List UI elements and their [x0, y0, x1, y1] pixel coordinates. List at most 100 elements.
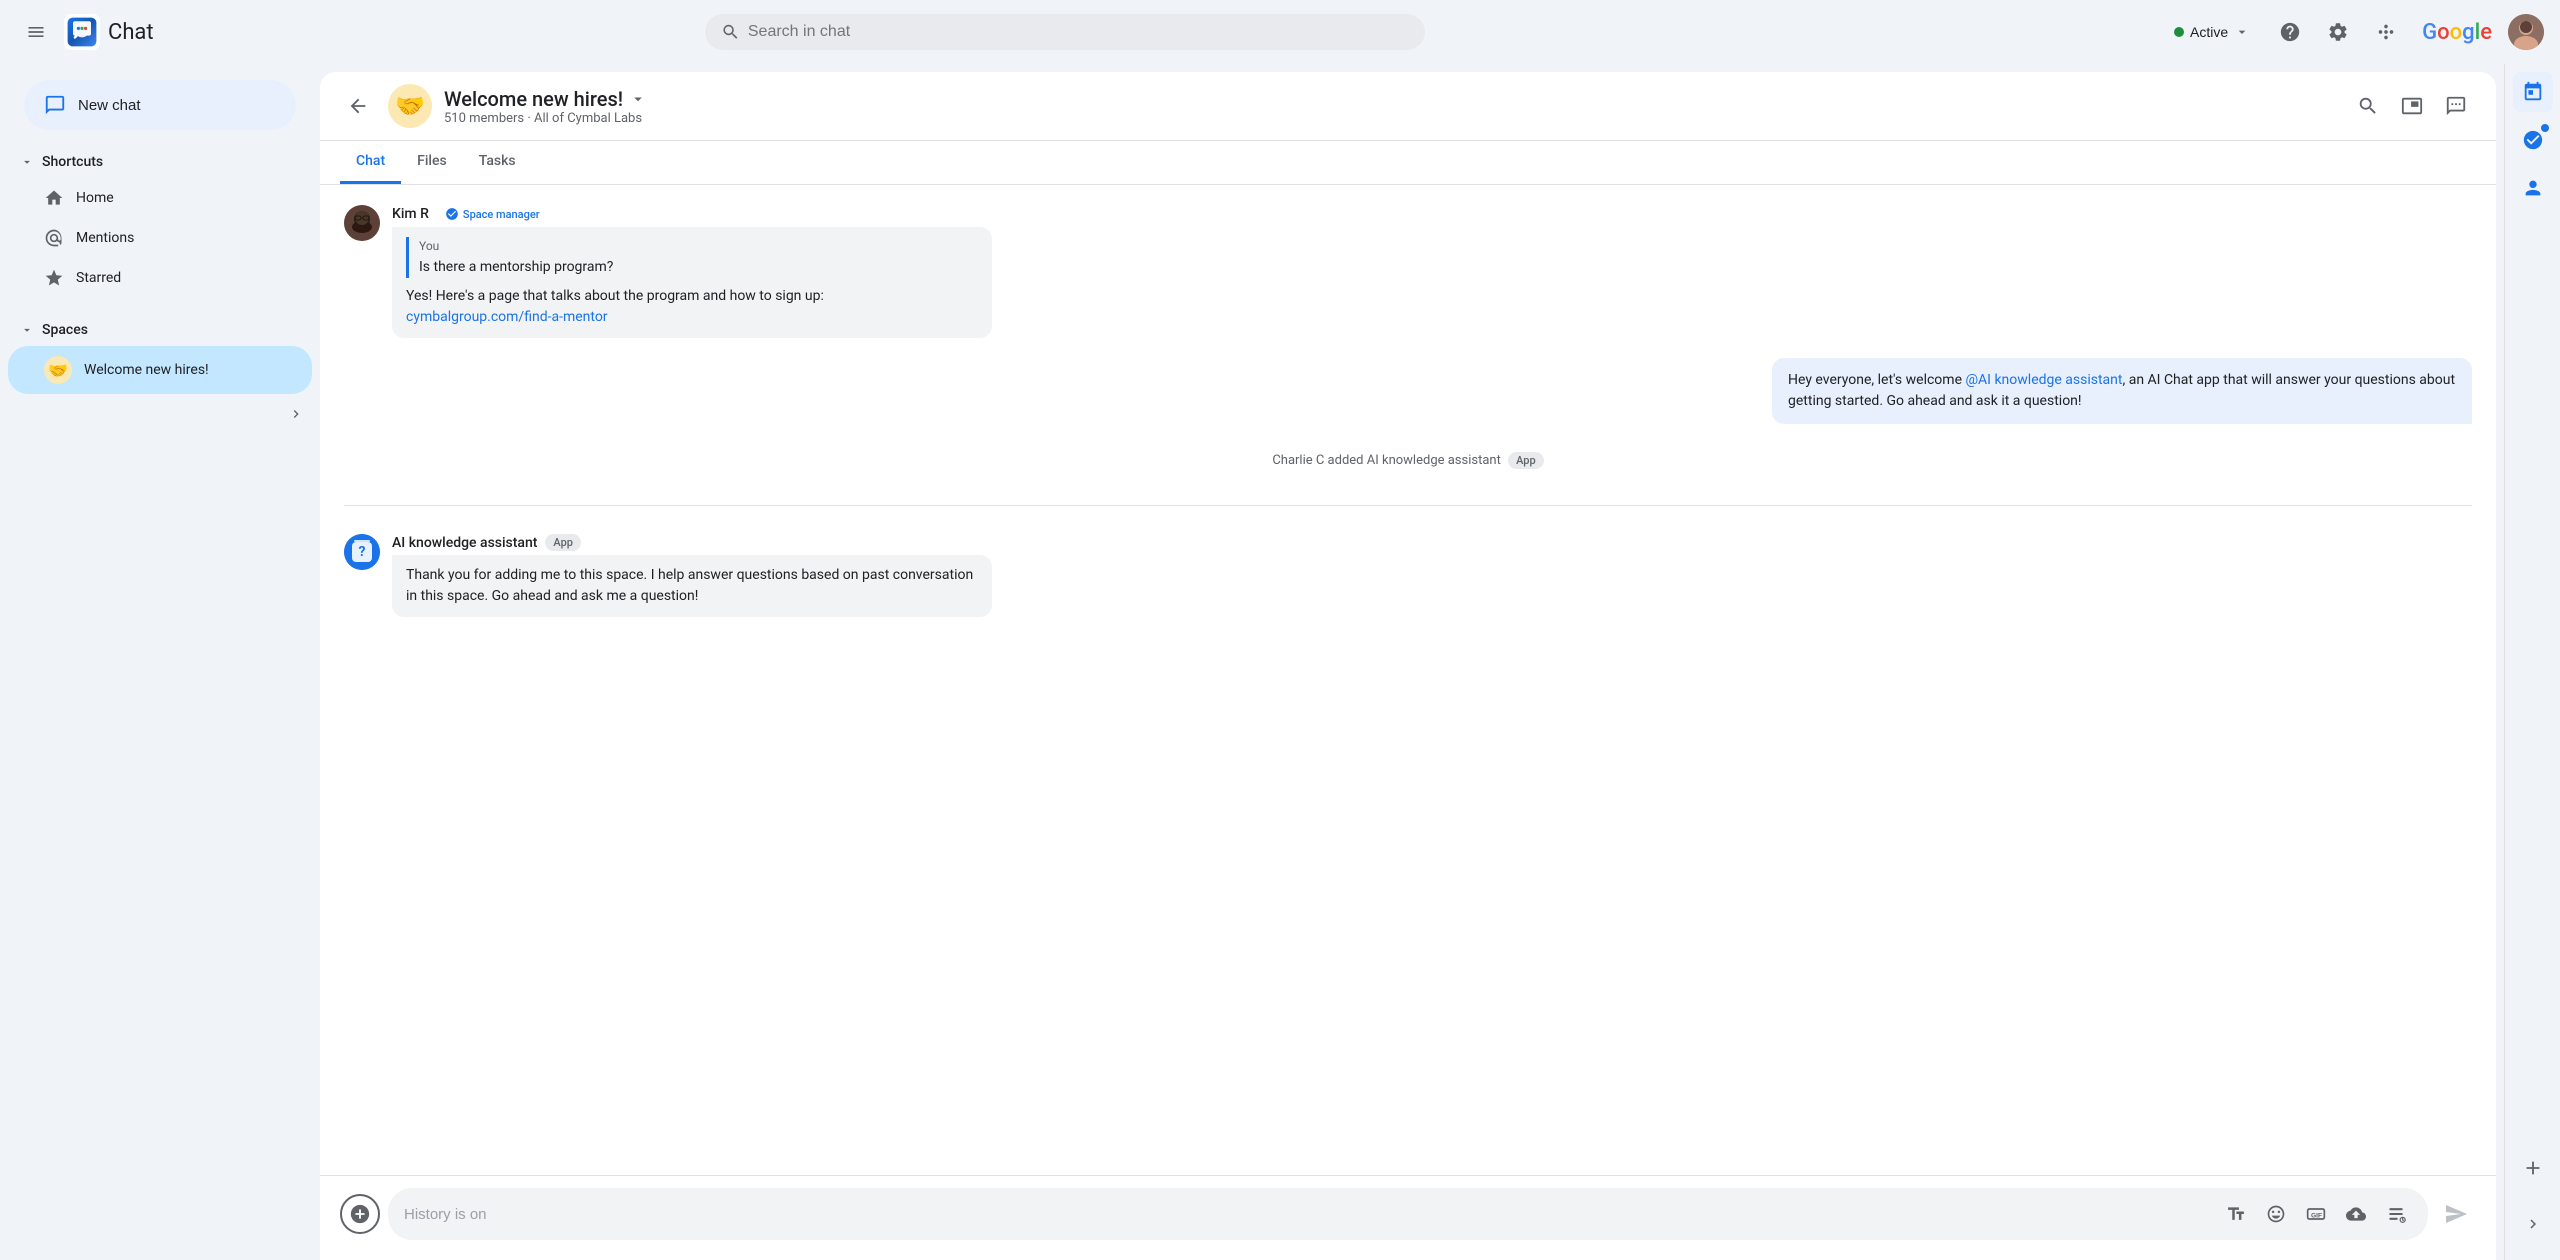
- quoted-content: Is there a mentorship program?: [419, 257, 978, 278]
- top-header: Chat Active Google: [0, 0, 2560, 64]
- ai-app-badge: App: [545, 534, 581, 551]
- rail-contacts-icon[interactable]: [2513, 168, 2553, 208]
- kim-r-msg-header: Kim R Space manager: [392, 205, 2472, 223]
- back-button[interactable]: [340, 88, 376, 124]
- rail-tasks-icon[interactable]: [2513, 120, 2553, 160]
- svg-text:?: ?: [359, 544, 366, 560]
- rail-calendar-icon[interactable]: [2513, 72, 2553, 112]
- ai-assistant-mention[interactable]: @AI knowledge assistant: [1965, 372, 2122, 388]
- emoji-button[interactable]: [2260, 1198, 2292, 1230]
- header-search: [705, 14, 1425, 50]
- tasks-badge: [2541, 124, 2549, 132]
- search-chat-button[interactable]: [2348, 86, 2388, 126]
- sidebar: New chat Shortcuts Home Mentions Starred: [0, 64, 320, 1260]
- search-input[interactable]: [748, 23, 1409, 41]
- chat-space-emoji: 🤝: [388, 84, 432, 128]
- apps-button[interactable]: [2366, 12, 2406, 52]
- ai-msg-header: AI knowledge assistant App: [392, 534, 2472, 551]
- quoted-label: You: [419, 237, 978, 255]
- tab-files[interactable]: Files: [401, 141, 463, 184]
- spaces-label: Spaces: [42, 322, 88, 338]
- starred-icon: [44, 268, 64, 288]
- starred-label: Starred: [76, 270, 121, 286]
- main-content: 🤝 Welcome new hires! 510 members · All o…: [320, 72, 2496, 1260]
- app-title: Chat: [108, 20, 154, 45]
- message-input[interactable]: [404, 1206, 2212, 1223]
- divider: [344, 505, 2472, 506]
- ai-assistant-message-group: ? AI knowledge assistant App Thank you f…: [344, 534, 2472, 617]
- system-message: Charlie C added AI knowledge assistant A…: [344, 444, 2472, 477]
- status-button[interactable]: Active: [2162, 18, 2262, 46]
- kim-r-bubble: You Is there a mentorship program? Yes! …: [392, 227, 992, 338]
- kim-r-sender-name: Kim R: [392, 206, 429, 222]
- ai-sender-name: AI knowledge assistant: [392, 535, 537, 551]
- text-format-button[interactable]: [2220, 1198, 2252, 1230]
- sidebar-item-mentions[interactable]: Mentions: [8, 218, 312, 258]
- spaces-collapse-icon: [20, 323, 34, 337]
- chevron-down-icon: [2234, 24, 2250, 40]
- sidebar-item-starred[interactable]: Starred: [8, 258, 312, 298]
- input-add-button[interactable]: [340, 1194, 380, 1234]
- kim-r-space-manager-badge: Space manager: [437, 205, 548, 223]
- chat-title-chevron-icon: [629, 90, 647, 108]
- shortcuts-section-header[interactable]: Shortcuts: [8, 146, 312, 178]
- user-avatar[interactable]: [2508, 14, 2544, 50]
- app-logo: [64, 14, 100, 50]
- rail-add-button[interactable]: [2513, 1148, 2553, 1188]
- help-button[interactable]: [2270, 12, 2310, 52]
- hamburger-menu-button[interactable]: [16, 12, 56, 52]
- spaces-section-header[interactable]: Spaces: [8, 314, 312, 346]
- gif-button[interactable]: GIF: [2300, 1198, 2332, 1230]
- rail-expand-button[interactable]: [2513, 1204, 2553, 1244]
- right-rail: [2504, 64, 2560, 1260]
- new-chat-button[interactable]: New chat: [24, 80, 296, 130]
- sidebar-space-item-welcome[interactable]: 🤝 Welcome new hires!: [8, 346, 312, 394]
- settings-button[interactable]: [2318, 12, 2358, 52]
- sidebar-top-section: New chat Shortcuts Home Mentions Starred: [0, 72, 320, 394]
- kim-r-msg-content: Kim R Space manager You Is there a mento…: [392, 205, 2472, 338]
- mentor-link[interactable]: cymbalgroup.com/find-a-mentor: [406, 309, 608, 325]
- message-input-box: GIF: [388, 1188, 2428, 1240]
- kim-r-avatar: [344, 205, 380, 241]
- send-button[interactable]: [2436, 1194, 2476, 1234]
- message-group-kimr: Kim R Space manager You Is there a mento…: [344, 205, 2472, 338]
- header-left: Chat: [16, 12, 336, 52]
- home-icon: [44, 188, 64, 208]
- tab-tasks[interactable]: Tasks: [463, 141, 532, 184]
- quoted-text: You Is there a mentorship program?: [406, 237, 978, 278]
- search-bar[interactable]: [705, 14, 1425, 50]
- svg-text:GIF: GIF: [2311, 1212, 2322, 1219]
- sidebar-bottom: [0, 394, 320, 434]
- google-logo: Google: [2422, 20, 2492, 45]
- space-name: Welcome new hires!: [84, 362, 209, 378]
- status-label: Active: [2190, 24, 2228, 40]
- threads-button[interactable]: [2436, 86, 2476, 126]
- chat-header: 🤝 Welcome new hires! 510 members · All o…: [320, 72, 2496, 141]
- chat-tabs: Chat Files Tasks: [320, 141, 2496, 185]
- main-layout: New chat Shortcuts Home Mentions Starred: [0, 64, 2560, 1260]
- more-options-button[interactable]: [2380, 1198, 2412, 1230]
- tab-chat[interactable]: Chat: [340, 141, 401, 184]
- search-icon: [721, 22, 740, 42]
- chat-title[interactable]: Welcome new hires!: [444, 87, 647, 111]
- ai-msg-content: AI knowledge assistant App Thank you for…: [392, 534, 2472, 617]
- app-badge: App: [1508, 452, 1544, 469]
- system-text: Charlie C added AI knowledge assistant: [1272, 453, 1501, 468]
- chat-header-info: 🤝 Welcome new hires! 510 members · All o…: [388, 84, 2348, 128]
- sidebar-expand-button[interactable]: [280, 398, 312, 430]
- header-right: Active Google: [2162, 12, 2544, 52]
- video-call-button[interactable]: [2392, 86, 2432, 126]
- shortcuts-collapse-icon: [20, 155, 34, 169]
- chat-title-area: Welcome new hires! 510 members · All of …: [444, 87, 647, 126]
- mentions-label: Mentions: [76, 230, 134, 246]
- chat-header-actions: [2348, 86, 2476, 126]
- messages-area: Kim R Space manager You Is there a mento…: [320, 185, 2496, 1175]
- space-emoji: 🤝: [44, 356, 72, 384]
- new-chat-icon: [44, 94, 66, 116]
- ai-avatar: ?: [344, 534, 380, 570]
- shortcuts-label: Shortcuts: [42, 154, 103, 170]
- upload-button[interactable]: [2340, 1198, 2372, 1230]
- chat-subtitle: 510 members · All of Cymbal Labs: [444, 111, 647, 126]
- status-dot: [2174, 27, 2184, 37]
- sidebar-item-home[interactable]: Home: [8, 178, 312, 218]
